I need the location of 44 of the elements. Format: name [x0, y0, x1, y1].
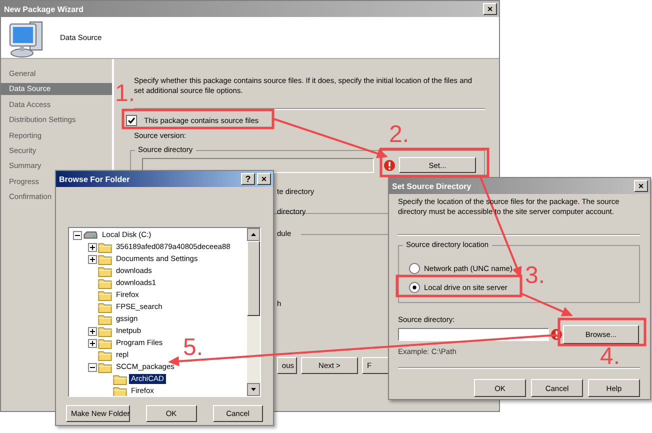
window-title: Set Source Directory	[392, 182, 472, 190]
checkbox[interactable]	[126, 115, 137, 126]
folder-icon	[98, 242, 112, 252]
window-title: Browse For Folder	[59, 174, 130, 184]
scroll-thumb[interactable]	[247, 241, 260, 316]
scroll-up-icon[interactable]	[247, 228, 260, 241]
collapse-icon[interactable]	[73, 230, 82, 240]
folder-icon	[113, 386, 127, 396]
folder-icon	[113, 374, 127, 384]
expand-icon[interactable]	[88, 254, 97, 264]
folder-icon	[98, 314, 112, 324]
step-number: 2.	[389, 124, 410, 146]
expand-icon[interactable]	[88, 338, 97, 348]
step-number: 1.	[115, 83, 136, 105]
window-title: New Package Wizard	[4, 4, 84, 14]
scroll-down-icon[interactable]	[247, 383, 260, 396]
folder-icon	[98, 278, 112, 288]
folder-icon	[98, 338, 112, 348]
expand-icon[interactable]	[88, 242, 97, 252]
folder-icon	[98, 362, 112, 372]
folder-icon	[98, 326, 112, 336]
warning-icon	[551, 329, 562, 340]
source-directory-field[interactable]	[142, 158, 374, 172]
expand-icon[interactable]	[88, 326, 97, 336]
warning-icon	[384, 160, 395, 170]
step-number: 3.	[525, 265, 546, 287]
step-number: 4.	[600, 346, 620, 368]
help-button[interactable]: ?	[241, 173, 255, 185]
scrollbar[interactable]	[247, 228, 260, 396]
folder-icon	[98, 254, 112, 264]
folder-icon	[98, 266, 112, 276]
folder-icon	[98, 290, 112, 300]
close-button[interactable]: ×	[257, 173, 271, 185]
close-button[interactable]: ×	[483, 3, 497, 15]
collapse-icon[interactable]	[88, 362, 97, 372]
radio-button[interactable]	[409, 262, 420, 274]
folder-icon	[98, 302, 112, 312]
step-number: 5.	[183, 337, 204, 359]
arrow	[520, 292, 573, 316]
close-button[interactable]: ×	[634, 180, 648, 192]
radio-button[interactable]	[409, 282, 420, 292]
drive-icon	[83, 230, 98, 240]
source-directory-field[interactable]	[398, 328, 549, 341]
folder-icon	[98, 350, 112, 360]
